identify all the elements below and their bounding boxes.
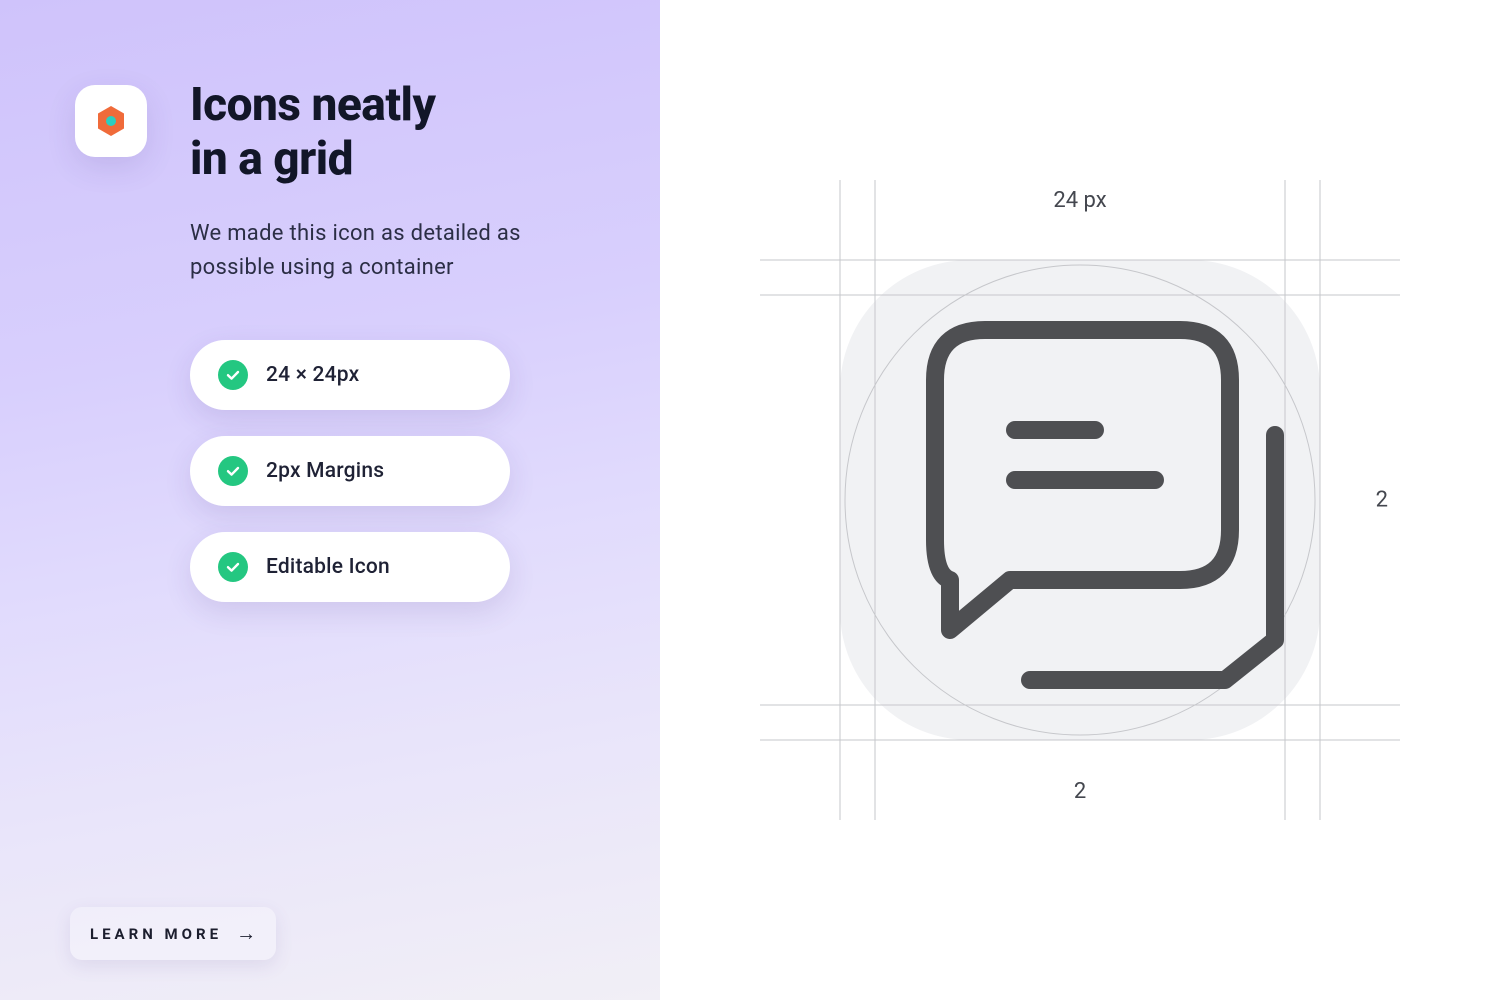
check-icon [218,552,248,582]
check-icon [218,456,248,486]
headline: Icons neatly in a grid [190,78,600,187]
dimension-margin-right-label: 2 [1376,488,1388,513]
check-icon [218,360,248,390]
feature-pill: Editable Icon [190,532,510,602]
headline-line-2: in a grid [190,132,353,186]
feature-pill: 2px Margins [190,436,510,506]
learn-more-label: LEARN MORE [90,925,222,943]
feature-list: 24 × 24px 2px Margins Editable Icon [190,340,510,602]
arrow-right-icon: → [236,921,256,946]
feature-label: Editable Icon [266,555,390,579]
headline-line-1: Icons neatly [190,78,435,132]
diagram-panel: 24 px 2 2 [660,0,1500,1000]
text-content: Icons neatly in a grid We made this icon… [190,78,600,602]
dimension-width-label: 24 px [1053,188,1106,213]
subheadline: We made this icon as detailed as possibl… [190,217,600,285]
icon-grid-diagram: 24 px 2 2 [760,180,1400,820]
feature-label: 24 × 24px [266,363,359,387]
feature-label: 2px Margins [266,459,384,483]
grid-diagram-svg [760,180,1400,820]
dimension-margin-bottom-label: 2 [1074,779,1086,804]
logo-tile [75,85,147,157]
feature-pill: 24 × 24px [190,340,510,410]
hexagon-logo-icon [93,103,129,139]
feature-panel: Icons neatly in a grid We made this icon… [0,0,660,1000]
learn-more-button[interactable]: LEARN MORE → [70,907,276,960]
stage: Icons neatly in a grid We made this icon… [0,0,1500,1000]
